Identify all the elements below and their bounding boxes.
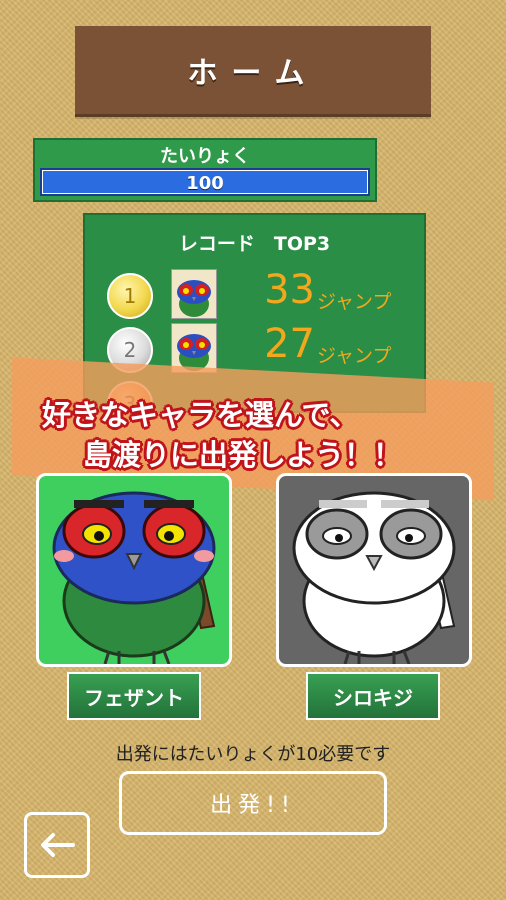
record-score: 27 <box>264 321 315 367</box>
record-score: 33 <box>264 267 315 313</box>
stamina-value: 100 <box>186 173 224 194</box>
record-unit: ジャンプ <box>317 291 392 313</box>
message-line-2: 島渡りに出発しよう！！ <box>83 438 403 472</box>
message-line-1: 好きなキャラを選んで、 <box>42 398 359 432</box>
back-button[interactable] <box>24 812 90 878</box>
stamina-panel: たいりょく 100 <box>33 138 377 202</box>
depart-button[interactable]: 出発!! <box>119 771 387 835</box>
pheasant-bird-icon <box>52 491 216 664</box>
select-pheasant-button[interactable]: フェザント <box>67 672 201 720</box>
stamina-requirement-text: 出発にはたいりょくが10必要です <box>115 744 391 765</box>
gold-medal-icon: 1 <box>107 273 153 319</box>
select-shirokiji-button[interactable]: シロキジ <box>306 672 440 720</box>
shirokiji-bird-icon <box>292 491 456 664</box>
character-card-shirokiji[interactable] <box>276 473 472 667</box>
character-card-pheasant[interactable] <box>36 473 232 667</box>
bird-thumbnail-icon <box>171 269 217 319</box>
record-heading: レコード TOP3 <box>178 233 331 255</box>
stamina-label: たいりょく <box>160 146 250 167</box>
page-title: ホーム <box>187 56 319 91</box>
record-unit: ジャンプ <box>317 345 392 367</box>
record-row-1: 1 33 ジャンプ <box>85 267 424 319</box>
stamina-bar: 100 <box>40 168 370 196</box>
arrow-left-icon <box>41 833 75 857</box>
title-board: ホーム <box>75 26 431 117</box>
